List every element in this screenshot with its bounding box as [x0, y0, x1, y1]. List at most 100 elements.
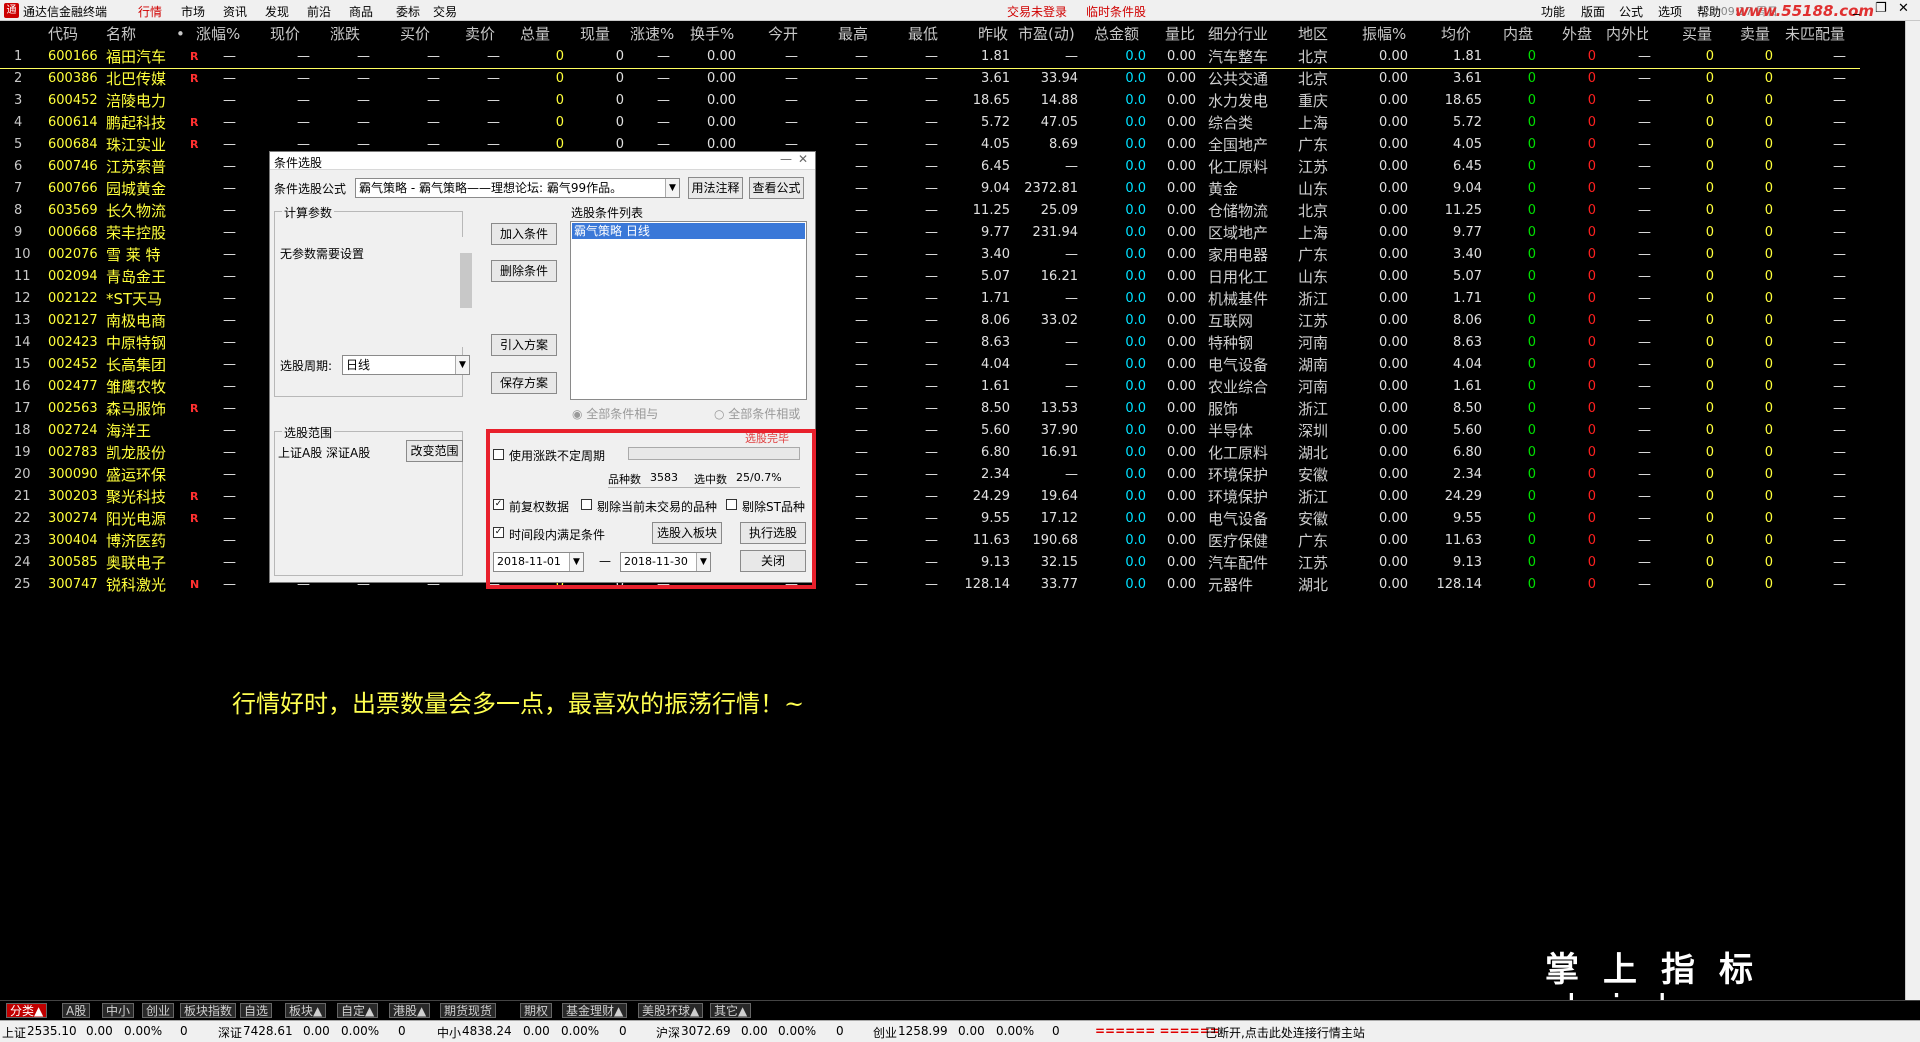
stock-code[interactable]: 002094 — [48, 266, 98, 288]
column-header[interactable]: 最低 — [908, 23, 952, 45]
menu-trade-login[interactable]: 交易未登录 — [1007, 3, 1067, 20]
stock-name[interactable]: 聚光科技 — [106, 486, 176, 508]
stock-code[interactable]: 600166 — [48, 46, 98, 68]
stock-code[interactable]: 600684 — [48, 134, 98, 156]
menu-6[interactable]: 委标 — [396, 3, 420, 20]
menu-temp-stocks[interactable]: 临时条件股 — [1086, 3, 1146, 20]
stock-code[interactable]: 600766 — [48, 178, 98, 200]
column-header[interactable]: 卖价 — [465, 23, 507, 45]
column-header[interactable]: 外盘 — [1562, 23, 1598, 45]
stock-code[interactable]: 300747 — [48, 574, 98, 596]
stock-code[interactable]: 002477 — [48, 376, 98, 398]
stock-name[interactable]: 荣丰控股 — [106, 222, 176, 244]
stock-name[interactable]: 森马服饰 — [106, 398, 176, 420]
stock-name[interactable]: 福田汽车 — [106, 46, 176, 68]
stock-code[interactable]: 300404 — [48, 530, 98, 552]
category-tab[interactable]: 期货现货 — [440, 1003, 497, 1018]
column-header[interactable]: 换手% — [690, 23, 740, 45]
stock-name[interactable]: 盛运环保 — [106, 464, 176, 486]
close-icon[interactable]: ✕ — [1898, 1, 1909, 16]
import-scheme-button[interactable]: 引入方案 — [491, 334, 557, 356]
column-header[interactable]: 地区 — [1298, 23, 1334, 45]
stock-name[interactable]: 阳光电源 — [106, 508, 176, 530]
column-header[interactable]: 代码 — [48, 23, 88, 45]
category-tab[interactable]: 基金理财▲ — [562, 1003, 628, 1018]
menu-1[interactable]: 市场 — [181, 3, 205, 20]
column-header[interactable]: 现价 — [270, 23, 312, 45]
stock-name[interactable]: 锐科激光 — [106, 574, 176, 596]
stock-code[interactable]: 002452 — [48, 354, 98, 376]
menu-2[interactable]: 资讯 — [223, 3, 247, 20]
stock-name[interactable]: 涪陵电力 — [106, 90, 176, 112]
menu-5[interactable]: 商品 — [349, 3, 373, 20]
stock-code[interactable]: 002127 — [48, 310, 98, 332]
category-tab[interactable]: 自选 — [240, 1003, 273, 1018]
radio-all-or[interactable]: ○ 全部条件相或 — [714, 405, 800, 422]
stock-name[interactable]: 北巴传媒 — [106, 68, 176, 90]
stock-name[interactable]: 长高集团 — [106, 354, 176, 376]
stock-name[interactable]: 长久物流 — [106, 200, 176, 222]
dialog-minimize-icon[interactable]: — — [780, 152, 792, 166]
column-header[interactable]: 细分行业 — [1208, 23, 1274, 45]
params-scrollbar[interactable] — [459, 237, 473, 347]
column-header[interactable]: 均价 — [1441, 23, 1491, 45]
menu-right-2[interactable]: 公式 — [1619, 3, 1643, 20]
category-tab[interactable]: 中小 — [102, 1003, 135, 1018]
stock-name[interactable]: 珠江实业 — [106, 134, 176, 156]
stock-code[interactable]: 002783 — [48, 442, 98, 464]
stock-code[interactable]: 300203 — [48, 486, 98, 508]
category-tab[interactable]: 创业 — [142, 1003, 175, 1018]
stock-name[interactable]: 博济医药 — [106, 530, 176, 552]
stock-code[interactable]: 002563 — [48, 398, 98, 420]
column-header[interactable]: 内外比 — [1606, 23, 1648, 45]
column-header[interactable]: 最高 — [838, 23, 882, 45]
vertical-scrollbar[interactable] — [1905, 21, 1920, 1000]
formula-select[interactable]: 霸气策略 - 霸气策略——理想论坛: 霸气99作品。 ▼ — [355, 178, 680, 198]
category-tab[interactable]: 板块指数 — [180, 1003, 237, 1018]
stock-name[interactable]: 江苏索普 — [106, 156, 176, 178]
view-formula-button[interactable]: 查看公式 — [749, 177, 804, 199]
column-header[interactable]: 名称 — [106, 23, 156, 45]
column-header[interactable]: 今开 — [768, 23, 812, 45]
stock-code[interactable]: 600614 — [48, 112, 98, 134]
connection-message[interactable]: 已断开,点击此处连接行情主站 — [1205, 1024, 1365, 1041]
stock-code[interactable]: 603569 — [48, 200, 98, 222]
column-header[interactable]: 未匹配量 — [1785, 23, 1847, 45]
column-header[interactable]: 昨收 — [978, 23, 1022, 45]
menu-3[interactable]: 发现 — [265, 3, 289, 20]
column-header[interactable]: 量比 — [1165, 23, 1199, 45]
condition-list[interactable]: 霸气策略 日线 — [570, 221, 807, 400]
restore-icon[interactable]: ❐ — [1875, 1, 1887, 16]
column-header[interactable]: 市盈(动) — [1018, 23, 1078, 45]
stock-name[interactable]: 青岛金王 — [106, 266, 176, 288]
column-header[interactable]: 买量 — [1682, 23, 1718, 45]
radio-all-and[interactable]: ◉ 全部条件相与 — [572, 405, 658, 422]
stock-code[interactable]: 002076 — [48, 244, 98, 266]
category-tab[interactable]: 期权 — [520, 1003, 553, 1018]
minimize-icon[interactable]: _ — [1853, 1, 1860, 16]
add-condition-button[interactable]: 加入条件 — [491, 223, 557, 245]
column-header[interactable]: 卖量 — [1740, 23, 1776, 45]
stock-name[interactable]: 海洋王 — [106, 420, 176, 442]
category-tab[interactable]: 分类▲ — [6, 1003, 48, 1018]
stock-code[interactable]: 600452 — [48, 90, 98, 112]
category-tab[interactable]: 板块▲ — [285, 1003, 327, 1018]
delete-condition-button[interactable]: 删除条件 — [491, 260, 557, 282]
menu-right-0[interactable]: 功能 — [1541, 3, 1565, 20]
stock-name[interactable]: 奥联电子 — [106, 552, 176, 574]
menu-right-3[interactable]: 选项 — [1658, 3, 1682, 20]
chevron-down-icon[interactable]: ▼ — [455, 356, 469, 374]
stock-name[interactable]: 凯龙股份 — [106, 442, 176, 464]
stock-code[interactable]: 600746 — [48, 156, 98, 178]
stock-name[interactable]: 鹏起科技 — [106, 112, 176, 134]
category-tab[interactable]: 美股环球▲ — [638, 1003, 704, 1018]
chevron-down-icon[interactable]: ▼ — [665, 179, 679, 197]
menu-right-1[interactable]: 版面 — [1581, 3, 1605, 20]
column-header[interactable]: 涨速% — [630, 23, 674, 45]
usage-note-button[interactable]: 用法注释 — [688, 177, 743, 199]
stock-code[interactable]: 300585 — [48, 552, 98, 574]
stock-name[interactable]: 中原特钢 — [106, 332, 176, 354]
stock-name[interactable]: 园城黄金 — [106, 178, 176, 200]
column-header[interactable]: 振幅% — [1362, 23, 1414, 45]
stock-name[interactable]: 雪 莱 特 — [106, 244, 176, 266]
